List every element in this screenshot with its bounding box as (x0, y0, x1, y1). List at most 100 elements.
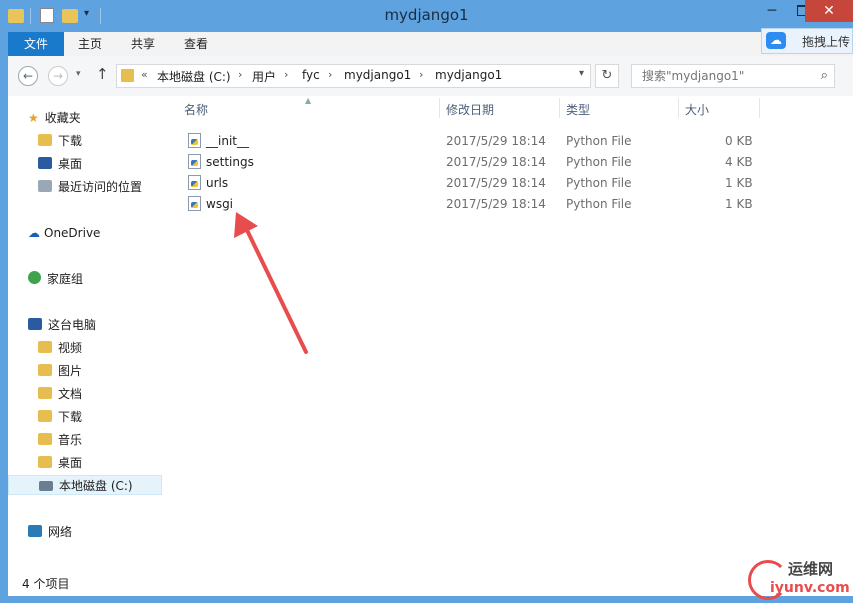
file-row[interactable]: __init__ 2017/5/29 18:14 Python File 0 K… (166, 131, 853, 152)
up-button[interactable]: ↑ (96, 65, 109, 83)
navigation-pane: ★ 收藏夹 下载 桌面 最近访问的位置 ☁ OneDrive 家庭组 这台电脑 视频… (8, 96, 166, 566)
overflow-icon[interactable]: « (141, 68, 148, 81)
sidebar-item-homegroup[interactable]: 家庭组 (28, 269, 83, 289)
breadcrumb-fyc[interactable]: fyc (302, 68, 320, 82)
sidebar-item-onedrive[interactable]: ☁ OneDrive (28, 223, 100, 243)
folder-icon (121, 69, 134, 82)
close-button[interactable]: ✕ (805, 0, 853, 22)
column-header-name[interactable]: 名称 (184, 101, 208, 118)
column-header-modified[interactable]: 修改日期 (446, 101, 494, 118)
tab-home[interactable]: 主页 (70, 32, 110, 56)
sidebar-item-recent[interactable]: 最近访问的位置 (38, 177, 142, 197)
sidebar-item-videos[interactable]: 视频 (38, 338, 82, 358)
sidebar-item-local-disk[interactable]: 本地磁盘 (C:) (8, 475, 162, 495)
column-divider[interactable] (678, 98, 679, 118)
sidebar-item-label: 收藏夹 (44, 111, 81, 125)
file-row[interactable]: urls 2017/5/29 18:14 Python File 1 KB (166, 173, 853, 194)
file-type: Python File (566, 176, 632, 190)
column-divider[interactable] (759, 98, 760, 118)
sidebar-item-label: 这台电脑 (48, 318, 97, 332)
refresh-button[interactable]: ↻ (595, 64, 619, 88)
sidebar-item-label: 网络 (48, 525, 73, 539)
sidebar-item-label: 桌面 (58, 456, 83, 470)
breadcrumb-mydjango1-current[interactable]: mydjango1 (435, 68, 502, 82)
address-row: ← → ▾ ↑ « 本地磁盘 (C:) › 用户 › fyc › mydjang… (8, 56, 853, 96)
file-type: Python File (566, 155, 632, 169)
file-type: Python File (566, 197, 632, 211)
sidebar-item-label: 家庭组 (47, 272, 84, 286)
search-box[interactable]: ⌕ (631, 64, 835, 88)
music-folder-icon (38, 433, 52, 445)
file-size: 1 KB (725, 176, 753, 190)
breadcrumb-users[interactable]: 用户 (252, 68, 276, 85)
file-name: settings (206, 155, 254, 169)
sidebar-item-label: 桌面 (58, 157, 83, 171)
tab-view[interactable]: 查看 (176, 32, 216, 56)
tab-share[interactable]: 共享 (123, 32, 163, 56)
sidebar-item-pictures[interactable]: 图片 (38, 361, 82, 381)
breadcrumb-separator[interactable]: › (284, 68, 288, 81)
sidebar-item-downloads-pc[interactable]: 下载 (38, 407, 82, 427)
file-modified: 2017/5/29 18:14 (446, 134, 546, 148)
file-modified: 2017/5/29 18:14 (446, 176, 546, 190)
file-type: Python File (566, 134, 632, 148)
title-bar[interactable]: ▾ mydjango1 ─ ✕ (0, 0, 853, 32)
breadcrumb-separator[interactable]: › (328, 68, 332, 81)
sort-ascending-icon: ▲ (305, 96, 312, 105)
sidebar-item-desktop[interactable]: 桌面 (38, 154, 82, 174)
address-history-dropdown-icon[interactable]: ▾ (579, 68, 584, 79)
item-count: 4 个项目 (22, 577, 70, 591)
back-button[interactable]: ← (18, 66, 38, 86)
column-header-type[interactable]: 类型 (566, 101, 590, 118)
star-icon: ★ (28, 111, 39, 125)
download-folder-icon (38, 134, 52, 146)
download-folder-icon (38, 410, 52, 422)
sidebar-item-label: 最近访问的位置 (58, 180, 143, 194)
sidebar-item-downloads[interactable]: 下载 (38, 131, 82, 151)
watermark-top: 运维网 (788, 560, 834, 578)
search-icon[interactable]: ⌕ (821, 68, 828, 83)
recent-locations-icon[interactable]: ▾ (76, 69, 81, 79)
sidebar-item-label: 音乐 (58, 433, 83, 447)
ribbon-tabs: 文件 主页 共享 查看 (8, 32, 853, 56)
python-file-icon (188, 133, 201, 148)
minimize-button[interactable]: ─ (757, 0, 787, 22)
pictures-folder-icon (38, 364, 52, 376)
file-row[interactable]: settings 2017/5/29 18:14 Python File 4 K… (166, 152, 853, 173)
breadcrumb-mydjango1-parent[interactable]: mydjango1 (344, 68, 411, 82)
drive-icon (39, 481, 53, 491)
sidebar-item-music[interactable]: 音乐 (38, 430, 82, 450)
search-input[interactable] (640, 68, 814, 84)
file-name: urls (206, 176, 229, 190)
forward-button[interactable]: → (48, 66, 68, 86)
sidebar-item-desktop-pc[interactable]: 桌面 (38, 453, 82, 473)
file-size: 0 KB (725, 134, 753, 148)
sidebar-item-favorites[interactable]: ★ 收藏夹 (28, 108, 81, 128)
sidebar-item-this-pc[interactable]: 这台电脑 (28, 315, 96, 335)
file-name: __init__ (206, 134, 249, 148)
tab-file[interactable]: 文件 (8, 32, 64, 56)
desktop-folder-icon (38, 456, 52, 468)
sidebar-item-label: 视频 (58, 341, 83, 355)
drag-upload-button[interactable]: ☁ 拖拽上传 (761, 28, 853, 54)
watermark: 运维网 iyunv.com (748, 556, 853, 603)
sidebar-item-label: 下载 (58, 134, 83, 148)
sidebar-item-documents[interactable]: 文档 (38, 384, 82, 404)
breadcrumb-drive[interactable]: 本地磁盘 (C:) (157, 68, 231, 85)
file-size: 4 KB (725, 155, 753, 169)
window-title: mydjango1 (384, 6, 469, 24)
column-divider[interactable] (559, 98, 560, 118)
address-bar[interactable]: « 本地磁盘 (C:) › 用户 › fyc › mydjango1 › myd… (116, 64, 591, 88)
upload-label: 拖拽上传 (802, 35, 851, 49)
column-header-size[interactable]: 大小 (685, 101, 709, 118)
file-modified: 2017/5/29 18:14 (446, 155, 546, 169)
file-row[interactable]: wsgi 2017/5/29 18:14 Python File 1 KB (166, 194, 853, 215)
sidebar-item-label: OneDrive (44, 226, 101, 240)
column-divider[interactable] (439, 98, 440, 118)
cloud-icon: ☁ (766, 32, 786, 49)
status-bar: 4 个项目 (8, 566, 853, 596)
sidebar-item-label: 图片 (58, 364, 83, 378)
breadcrumb-separator[interactable]: › (419, 68, 423, 81)
sidebar-item-network[interactable]: 网络 (28, 522, 72, 542)
breadcrumb-separator[interactable]: › (238, 68, 242, 81)
